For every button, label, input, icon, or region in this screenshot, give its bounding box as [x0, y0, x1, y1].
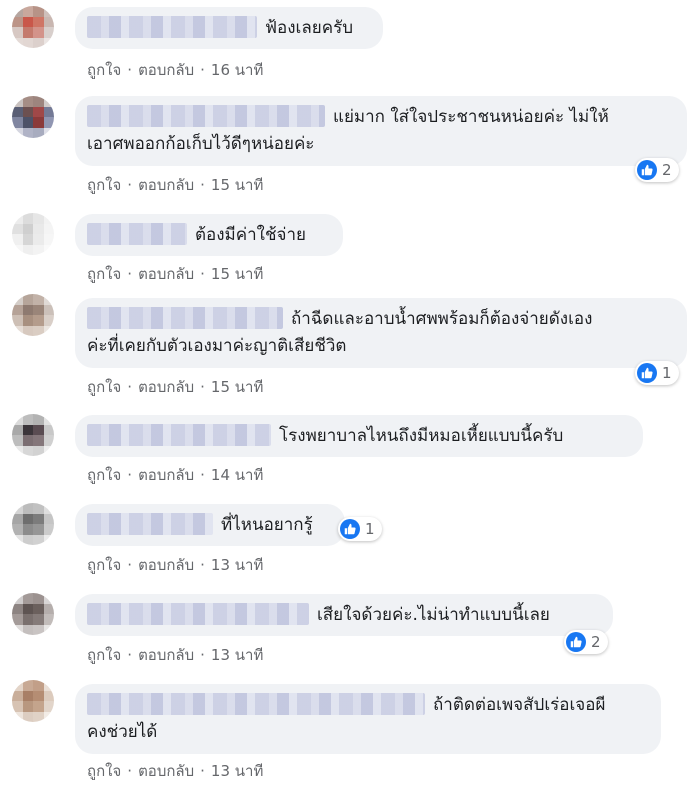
- comment-actions: ถูกใจ · ตอบกลับ · 14 นาที: [87, 463, 263, 487]
- thumbs-up-icon: [566, 632, 586, 652]
- comment-actions: ถูกใจ · ตอบกลับ · 15 นาที: [87, 173, 263, 197]
- comment-actions: ถูกใจ · ตอบกลับ · 15 นาที: [87, 262, 263, 286]
- reply-link[interactable]: ตอบกลับ: [138, 378, 194, 396]
- comment-actions: ถูกใจ · ตอบกลับ · 13 นาที: [87, 643, 263, 667]
- separator: ·: [200, 176, 205, 194]
- like-link[interactable]: ถูกใจ: [87, 176, 121, 194]
- separator: ·: [200, 61, 205, 79]
- separator: ·: [200, 265, 205, 283]
- like-link[interactable]: ถูกใจ: [87, 556, 121, 574]
- commenter-name[interactable]: [87, 105, 325, 127]
- comment-text-line1: แย่มาก ใส่ใจประชาชนหน่อยค่ะ ไม่ให้: [333, 107, 609, 127]
- separator: ·: [127, 378, 133, 396]
- separator: ·: [127, 556, 133, 574]
- thumbs-up-icon: [340, 519, 360, 539]
- timestamp[interactable]: 15 นาที: [211, 378, 263, 396]
- separator: ·: [200, 556, 205, 574]
- timestamp[interactable]: 14 นาที: [211, 466, 263, 484]
- commenter-name[interactable]: [87, 16, 257, 38]
- avatar[interactable]: [12, 503, 54, 545]
- comment-text: โรงพยาบาลไหนถึงมีหมอเหี้ยแบบนี้ครับ: [279, 426, 564, 446]
- comment-text: เสียใจด้วยค่ะ.ไม่น่าทำแบบนี้เลย: [317, 605, 550, 625]
- comment-text: ที่ไหนอยากรู้: [221, 515, 313, 535]
- comment-bubble: ต้องมีค่าใช้จ่าย: [75, 214, 343, 256]
- separator: ·: [127, 646, 133, 664]
- comment-bubble: ถ้าติดต่อเพจสัปเร่อเจอผี คงช่วยได้: [75, 684, 661, 754]
- separator: ·: [200, 378, 205, 396]
- separator: ·: [127, 265, 133, 283]
- like-link[interactable]: ถูกใจ: [87, 646, 121, 664]
- separator: ·: [127, 61, 133, 79]
- reply-link[interactable]: ตอบกลับ: [138, 466, 194, 484]
- separator: ·: [127, 466, 133, 484]
- comment-bubble: แย่มาก ใส่ใจประชาชนหน่อยค่ะ ไม่ให้ เอาศพ…: [75, 96, 687, 166]
- comment-actions: ถูกใจ · ตอบกลับ · 13 นาที: [87, 759, 263, 783]
- comment-text-line2: คงช่วยได้: [87, 722, 158, 742]
- like-link[interactable]: ถูกใจ: [87, 466, 121, 484]
- commenter-name[interactable]: [87, 513, 213, 535]
- comment-bubble: ฟ้องเลยครับ: [75, 7, 383, 49]
- like-link[interactable]: ถูกใจ: [87, 378, 121, 396]
- comment-actions: ถูกใจ · ตอบกลับ · 15 นาที: [87, 375, 263, 399]
- separator: ·: [200, 646, 205, 664]
- like-link[interactable]: ถูกใจ: [87, 265, 121, 283]
- thumbs-up-icon: [637, 363, 657, 383]
- like-link[interactable]: ถูกใจ: [87, 61, 121, 79]
- avatar[interactable]: [12, 593, 54, 635]
- comment-text: ต้องมีค่าใช้จ่าย: [195, 225, 306, 245]
- commenter-name[interactable]: [87, 693, 425, 715]
- reaction-number: 1: [662, 364, 672, 382]
- comment-actions: ถูกใจ · ตอบกลับ · 13 นาที: [87, 553, 263, 577]
- timestamp[interactable]: 15 นาที: [211, 265, 263, 283]
- separator: ·: [200, 762, 205, 780]
- timestamp[interactable]: 13 นาที: [211, 646, 263, 664]
- separator: ·: [127, 762, 133, 780]
- comment-bubble: ถ้าฉีดและอาบน้ำศพพร้อมก็ต้องจ่ายดังเอง ค…: [75, 298, 687, 368]
- reaction-count[interactable]: 1: [635, 361, 679, 385]
- timestamp[interactable]: 15 นาที: [211, 176, 263, 194]
- comment-text-line2: เอาศพออกก้อเก็บไว้ดีๆหน่อยค่ะ: [87, 134, 315, 154]
- timestamp[interactable]: 16 นาที: [211, 61, 263, 79]
- comment-bubble: ที่ไหนอยากรู้: [75, 504, 345, 546]
- reply-link[interactable]: ตอบกลับ: [138, 176, 194, 194]
- reply-link[interactable]: ตอบกลับ: [138, 556, 194, 574]
- separator: ·: [127, 176, 133, 194]
- comment-actions: ถูกใจ · ตอบกลับ · 16 นาที: [87, 58, 263, 82]
- commenter-name[interactable]: [87, 603, 309, 625]
- avatar[interactable]: [12, 414, 54, 456]
- thumbs-up-icon: [637, 160, 657, 180]
- reaction-number: 2: [662, 161, 672, 179]
- separator: ·: [200, 466, 205, 484]
- like-link[interactable]: ถูกใจ: [87, 762, 121, 780]
- reply-link[interactable]: ตอบกลับ: [138, 646, 194, 664]
- comment-text-line1: ถ้าติดต่อเพจสัปเร่อเจอผี: [433, 695, 606, 715]
- reaction-count[interactable]: 2: [564, 630, 608, 654]
- reaction-count[interactable]: 2: [635, 158, 679, 182]
- reply-link[interactable]: ตอบกลับ: [138, 762, 194, 780]
- comment-text-line1: ถ้าฉีดและอาบน้ำศพพร้อมก็ต้องจ่ายดังเอง: [291, 309, 593, 329]
- avatar[interactable]: [12, 96, 54, 138]
- reaction-number: 2: [591, 633, 601, 651]
- timestamp[interactable]: 13 นาที: [211, 762, 263, 780]
- avatar[interactable]: [12, 294, 54, 336]
- avatar[interactable]: [12, 680, 54, 722]
- reply-link[interactable]: ตอบกลับ: [138, 265, 194, 283]
- comment-bubble: เสียใจด้วยค่ะ.ไม่น่าทำแบบนี้เลย: [75, 594, 613, 636]
- reaction-count[interactable]: 1: [338, 517, 382, 541]
- reaction-number: 1: [365, 520, 375, 538]
- commenter-name[interactable]: [87, 223, 187, 245]
- comment-text-line2: ค่ะที่เคยกับตัวเองมาค่ะญาติเสียชีวิต: [87, 336, 347, 356]
- avatar[interactable]: [12, 213, 54, 255]
- comment-text: ฟ้องเลยครับ: [265, 18, 354, 38]
- commenter-name[interactable]: [87, 424, 271, 446]
- commenter-name[interactable]: [87, 307, 283, 329]
- timestamp[interactable]: 13 นาที: [211, 556, 263, 574]
- avatar[interactable]: [12, 6, 54, 48]
- reply-link[interactable]: ตอบกลับ: [138, 61, 194, 79]
- comment-bubble: โรงพยาบาลไหนถึงมีหมอเหี้ยแบบนี้ครับ: [75, 415, 643, 457]
